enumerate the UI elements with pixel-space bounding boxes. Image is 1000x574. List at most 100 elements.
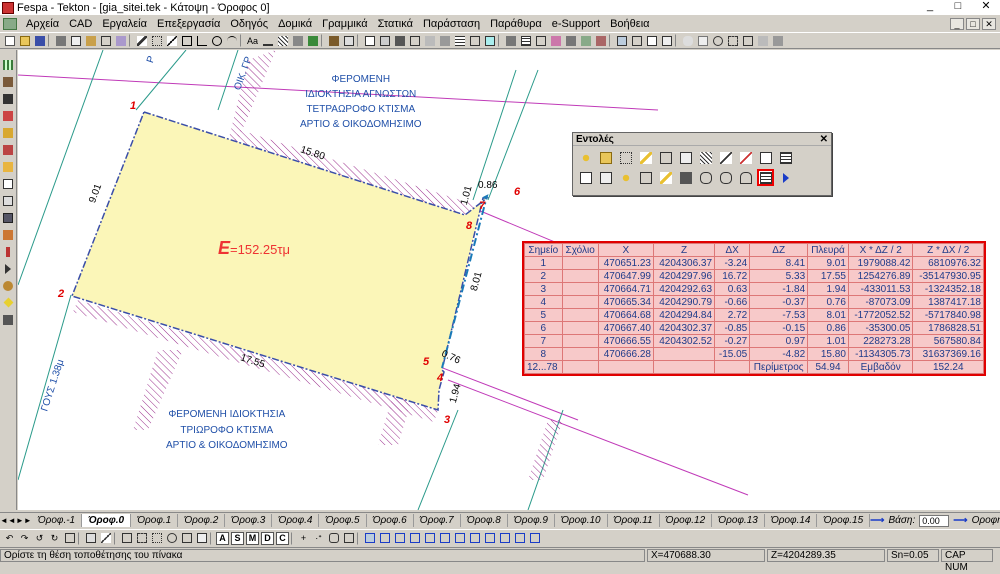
column-icon[interactable] [393,34,406,47]
commands-window-close[interactable]: ✕ [820,134,828,145]
commands-window[interactable]: Εντολές ✕ [572,132,832,196]
print-icon[interactable] [54,34,67,47]
text-icon[interactable]: Aa [246,34,259,47]
parallel-icon[interactable] [513,532,526,545]
wand-icon[interactable] [737,149,754,166]
close-button[interactable]: ✕ [972,0,1000,15]
wall-icon[interactable] [438,34,451,47]
drawing-icon[interactable] [549,34,562,47]
grid-snap-icon[interactable] [150,532,163,545]
menu-windows[interactable]: Παράθυρα [485,18,547,30]
pattern-icon[interactable] [2,75,15,88]
3d-icon[interactable] [2,211,15,224]
cross-icon[interactable]: ·ᐩ [312,532,325,545]
slab-icon[interactable] [423,34,436,47]
floor-tab[interactable]: Όροφ.15 [817,514,871,527]
area-b-icon[interactable] [597,169,614,186]
crosshair-icon[interactable] [363,532,376,545]
table-row[interactable]: 2 470647.99 4204297.96 16.72 5.33 17.55 125427… [524,269,984,283]
open-folder-icon[interactable] [18,34,31,47]
nearest-icon[interactable] [453,532,466,545]
insert-point-icon[interactable] [577,149,594,166]
floor-tab[interactable]: Όροφ.0 [82,514,132,527]
menu-structural[interactable]: Δομικά [273,18,317,30]
floor-tab[interactable]: Όροφ.11 [608,514,660,527]
center-icon[interactable] [468,532,481,545]
area-c-icon[interactable] [617,169,634,186]
menu-guide[interactable]: Οδηγός [225,18,273,30]
tab-first-icon[interactable]: ◄ [0,516,8,525]
area-i-icon[interactable] [737,169,754,186]
table-row[interactable]: 1 470651.23 4204306.37 -3.24 8.41 9.01 1979088… [524,256,984,270]
floor-tab[interactable]: Όροφ.4 [272,514,320,527]
arrow-icon[interactable] [2,262,15,275]
layer-icon[interactable] [2,92,15,105]
preview-icon[interactable] [114,34,127,47]
polyline-icon[interactable] [195,34,208,47]
redo-icon[interactable]: ↷ [18,532,31,545]
table-icon[interactable] [2,177,15,190]
thermometer-icon[interactable] [2,245,15,258]
floor-tab[interactable]: Όροφ.7 [414,514,461,527]
area-a-icon[interactable] [577,169,594,186]
floor-tab[interactable]: Όροφ.13 [712,514,765,527]
hammer-icon[interactable] [327,34,340,47]
zoom-icon[interactable] [165,532,178,545]
mode-m-button[interactable]: M [246,531,259,545]
move-point-icon[interactable] [657,149,674,166]
print-plan-icon[interactable] [504,34,517,47]
dimension-icon[interactable] [261,34,274,47]
tangent-icon[interactable] [438,532,451,545]
menu-cad[interactable]: CAD [64,18,97,30]
coordinate-table-icon[interactable] [757,169,774,186]
zoom-window-icon[interactable] [726,34,739,47]
zoom-extents-icon[interactable] [195,532,208,545]
floor-tab[interactable]: Όροφ.1 [131,514,179,527]
rect-select-icon[interactable] [135,532,148,545]
copy-icon[interactable] [69,34,82,47]
frame-icon[interactable] [534,34,547,47]
floor-tab[interactable]: Όροφ.3 [225,514,273,527]
menu-tools[interactable]: Εργαλεία [97,18,152,30]
grid-icon[interactable] [2,58,15,71]
floor-tab[interactable]: Όροφ.12 [660,514,713,527]
bulb-icon[interactable] [2,279,15,292]
diamond-icon[interactable] [2,296,15,309]
rectangle-icon[interactable] [180,34,193,47]
minimize-button[interactable]: _ [916,0,944,15]
save-icon[interactable] [33,34,46,47]
menu-linear[interactable]: Γραμμικά [317,18,373,30]
arc-icon[interactable] [225,34,238,47]
coordinates-table[interactable]: Σημείο Σχόλιο Χ Ζ ΔΧ ΔΖ Πλευρά Χ * ΔΖ / … [522,241,986,376]
zoom-window-icon[interactable] [180,532,193,545]
table-row[interactable]: 3 470664.71 4204292.63 0.63 -1.84 1.94 -433011… [524,282,984,296]
extension-icon[interactable] [498,532,511,545]
rotate-right-icon[interactable]: ↻ [48,532,61,545]
intersection-icon[interactable] [408,532,421,545]
area-d-icon[interactable] [637,169,654,186]
line-icon[interactable] [165,34,178,47]
ladder-icon[interactable] [579,34,592,47]
endpoint-icon[interactable] [378,532,391,545]
block-icon[interactable] [306,34,319,47]
mode-a-button[interactable]: A [216,531,229,545]
snap-icon[interactable] [84,532,97,545]
mdi-restore-button[interactable]: □ [966,17,980,30]
undo-icon[interactable]: ↶ [3,532,16,545]
mode-s-button[interactable]: S [231,531,244,545]
zoom-icon[interactable] [711,34,724,47]
cut-icon[interactable] [99,34,112,47]
building-icon[interactable] [363,34,376,47]
select-icon[interactable] [63,532,76,545]
mode-c-button[interactable]: C [276,531,289,545]
grid-icon[interactable] [150,34,163,47]
menu-file[interactable]: Αρχεία [21,18,64,30]
bucket-icon[interactable] [594,34,607,47]
list-icon[interactable] [645,34,658,47]
tab-last-icon[interactable]: ► [24,516,32,525]
edit-point-icon[interactable] [677,149,694,166]
open-points-icon[interactable] [597,149,614,166]
node-icon[interactable] [120,532,133,545]
measure-icon[interactable] [99,532,112,545]
ortho-icon[interactable] [342,532,355,545]
